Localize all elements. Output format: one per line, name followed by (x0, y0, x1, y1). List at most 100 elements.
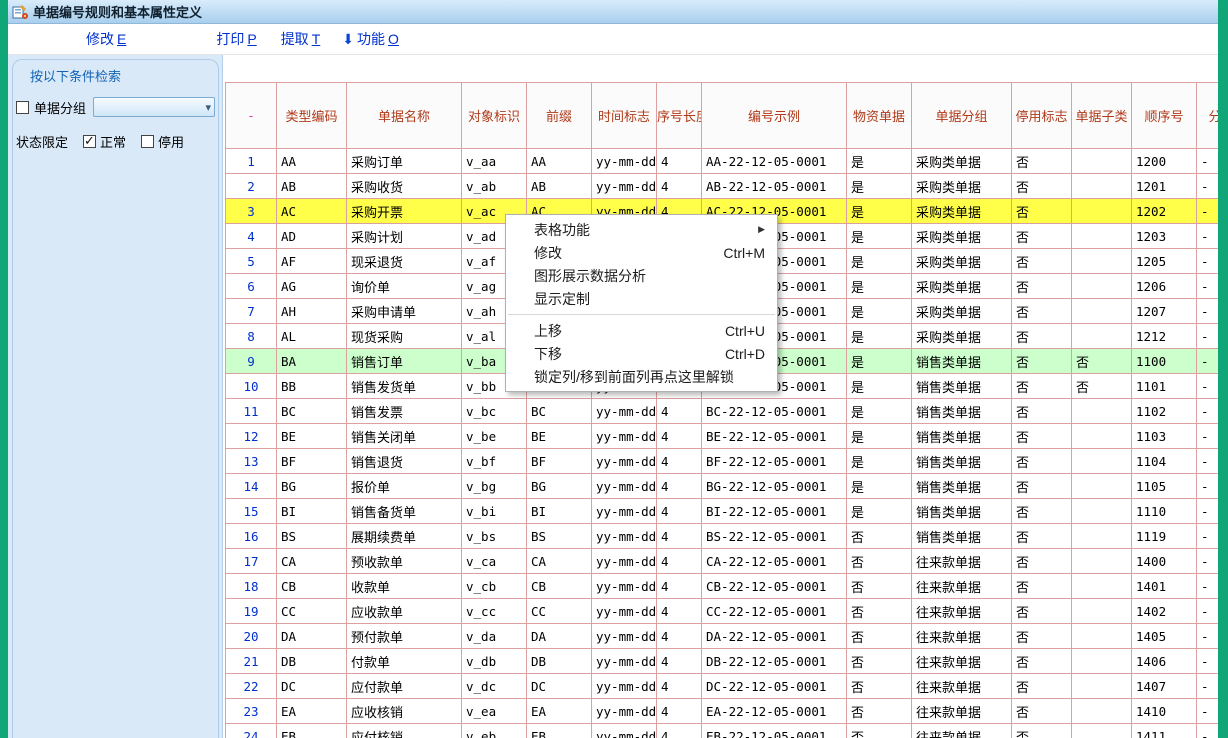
cell[interactable]: 是 (847, 324, 912, 349)
cell[interactable]: 1205 (1132, 249, 1197, 274)
table-row[interactable]: 20DA预付款单v_daDAyy-mm-dd4DA-22-12-05-0001否… (226, 624, 1219, 649)
cell[interactable]: v_bc (462, 399, 527, 424)
column-header-9[interactable]: 单据分组 (912, 83, 1012, 149)
cell[interactable]: 销售订单 (347, 349, 462, 374)
cell[interactable] (1072, 174, 1132, 199)
table-row[interactable]: 16BS展期续费单v_bsBSyy-mm-dd4BS-22-12-05-0001… (226, 524, 1219, 549)
cell[interactable]: 否 (1012, 724, 1072, 738)
column-header-3[interactable]: 对象标识 (462, 83, 527, 149)
cell[interactable]: 往来款单据 (912, 549, 1012, 574)
cell[interactable]: yy-mm-dd (592, 649, 657, 674)
cell[interactable]: - (1197, 724, 1219, 738)
cell[interactable]: 否 (847, 549, 912, 574)
cell[interactable]: 是 (847, 449, 912, 474)
cell[interactable]: 往来款单据 (912, 599, 1012, 624)
cell[interactable]: 否 (847, 574, 912, 599)
cell[interactable]: 付款单 (347, 649, 462, 674)
cell[interactable]: 采购类单据 (912, 224, 1012, 249)
menu-item-6[interactable]: 下移Ctrl+D (506, 342, 777, 365)
table-row[interactable]: 15BI销售备货单v_biBIyy-mm-dd4BI-22-12-05-0001… (226, 499, 1219, 524)
cell[interactable]: 4 (657, 499, 702, 524)
cell[interactable]: 1400 (1132, 549, 1197, 574)
cell[interactable] (1072, 149, 1132, 174)
cell[interactable]: 否 (847, 599, 912, 624)
column-header-5[interactable]: 时间标志 (592, 83, 657, 149)
cell[interactable] (1072, 299, 1132, 324)
cell[interactable]: v_be (462, 424, 527, 449)
cell[interactable]: 往来款单据 (912, 574, 1012, 599)
cell[interactable]: 往来款单据 (912, 674, 1012, 699)
cell[interactable]: 应付核销 (347, 724, 462, 738)
cell[interactable]: EB (527, 724, 592, 738)
cell[interactable]: - (1197, 274, 1219, 299)
cell[interactable]: 是 (847, 399, 912, 424)
cell[interactable]: 销售发票 (347, 399, 462, 424)
cell[interactable]: 1212 (1132, 324, 1197, 349)
column-header-12[interactable]: 顺序号 (1132, 83, 1197, 149)
cell[interactable]: 否 (1012, 449, 1072, 474)
table-row[interactable]: 19CC应收款单v_ccCCyy-mm-dd4CC-22-12-05-0001否… (226, 599, 1219, 624)
status-checkbox-disabled[interactable] (141, 135, 154, 148)
cell[interactable] (1072, 699, 1132, 724)
cell[interactable]: yy-mm-dd (592, 149, 657, 174)
cell[interactable]: BF-22-12-05-0001 (702, 449, 847, 474)
cell[interactable]: BI (527, 499, 592, 524)
cell[interactable]: AC (277, 199, 347, 224)
cell[interactable]: - (1197, 149, 1219, 174)
cell[interactable]: AB-22-12-05-0001 (702, 174, 847, 199)
toolbar-item-function[interactable]: ⬇功能O (342, 29, 399, 49)
cell[interactable]: 否 (1012, 224, 1072, 249)
cell[interactable]: BE-22-12-05-0001 (702, 424, 847, 449)
column-header-1[interactable]: 类型编码 (277, 83, 347, 149)
cell[interactable]: - (1197, 199, 1219, 224)
cell[interactable]: 4 (657, 574, 702, 599)
cell[interactable]: 否 (1012, 574, 1072, 599)
cell[interactable]: 1203 (1132, 224, 1197, 249)
cell[interactable]: 是 (847, 374, 912, 399)
cell[interactable]: CC-22-12-05-0001 (702, 599, 847, 624)
cell[interactable] (1072, 524, 1132, 549)
cell[interactable]: v_ab (462, 174, 527, 199)
cell[interactable]: v_cc (462, 599, 527, 624)
cell[interactable]: 销售备货单 (347, 499, 462, 524)
row-number-cell[interactable]: 14 (226, 474, 277, 499)
cell[interactable]: AA-22-12-05-0001 (702, 149, 847, 174)
cell[interactable]: - (1197, 524, 1219, 549)
cell[interactable]: 4 (657, 599, 702, 624)
cell[interactable]: yy-mm-dd (592, 449, 657, 474)
cell[interactable]: AA (277, 149, 347, 174)
cell[interactable]: 否 (1072, 374, 1132, 399)
cell[interactable]: 1101 (1132, 374, 1197, 399)
cell[interactable]: 销售退货 (347, 449, 462, 474)
row-number-cell[interactable]: 17 (226, 549, 277, 574)
cell[interactable]: BC (277, 399, 347, 424)
cell[interactable]: 销售类单据 (912, 474, 1012, 499)
cell[interactable]: 销售类单据 (912, 374, 1012, 399)
cell[interactable]: - (1197, 599, 1219, 624)
cell[interactable]: 否 (1012, 299, 1072, 324)
cell[interactable]: 否 (1012, 549, 1072, 574)
cell[interactable] (1072, 574, 1132, 599)
cell[interactable]: - (1197, 374, 1219, 399)
cell[interactable]: 4 (657, 724, 702, 738)
table-row[interactable]: 12BE销售关闭单v_beBEyy-mm-dd4BE-22-12-05-0001… (226, 424, 1219, 449)
cell[interactable]: 否 (1012, 499, 1072, 524)
cell[interactable]: BC-22-12-05-0001 (702, 399, 847, 424)
cell[interactable]: 否 (1012, 674, 1072, 699)
row-number-cell[interactable]: 18 (226, 574, 277, 599)
table-row[interactable]: 23EA应收核销v_eaEAyy-mm-dd4EA-22-12-05-0001否… (226, 699, 1219, 724)
cell[interactable] (1072, 474, 1132, 499)
cell[interactable]: CB (527, 574, 592, 599)
cell[interactable]: 1202 (1132, 199, 1197, 224)
cell[interactable]: 现货采购 (347, 324, 462, 349)
cell[interactable]: AD (277, 224, 347, 249)
table-row[interactable]: 17CA预收款单v_caCAyy-mm-dd4CA-22-12-05-0001否… (226, 549, 1219, 574)
cell[interactable]: CC (527, 599, 592, 624)
cell[interactable]: 是 (847, 499, 912, 524)
cell[interactable]: 否 (1012, 324, 1072, 349)
cell[interactable]: 是 (847, 249, 912, 274)
cell[interactable]: yy-mm-dd (592, 524, 657, 549)
row-number-cell[interactable]: 23 (226, 699, 277, 724)
cell[interactable]: 采购类单据 (912, 249, 1012, 274)
cell[interactable]: 询价单 (347, 274, 462, 299)
